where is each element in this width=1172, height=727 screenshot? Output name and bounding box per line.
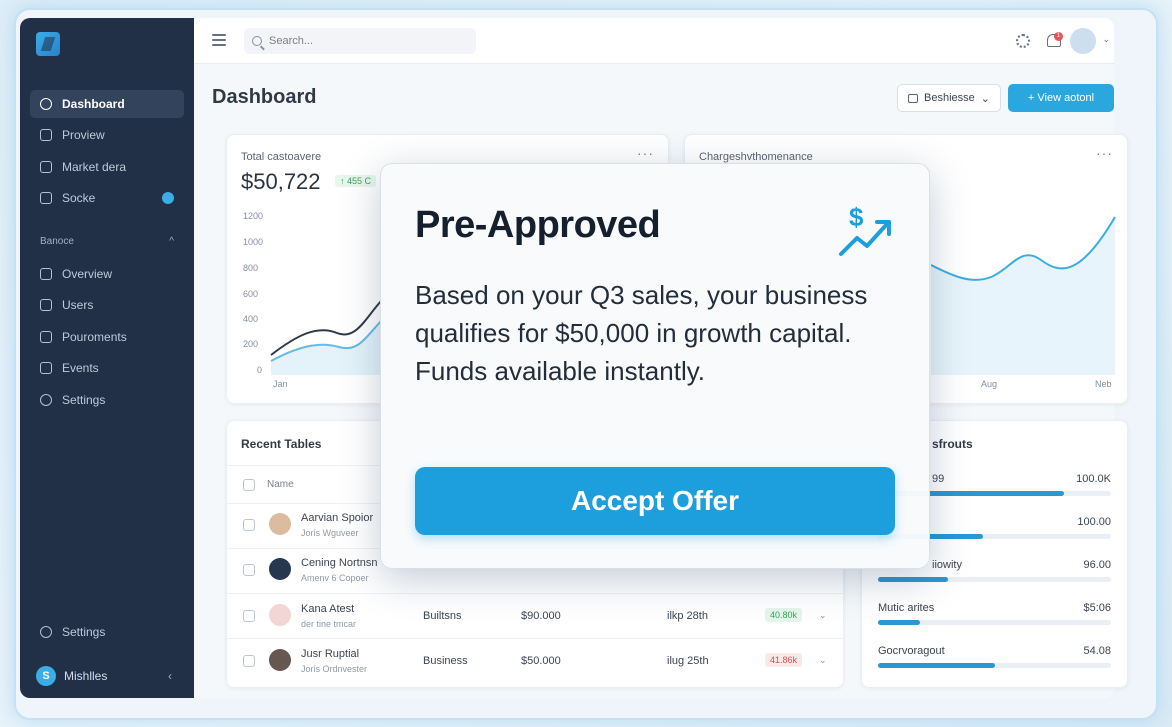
modal-title: Pre-Approved (415, 204, 661, 246)
modal-body: Based on your Q3 sales, your business qu… (415, 280, 868, 386)
accept-offer-button[interactable]: Accept Offer (415, 467, 895, 535)
pre-approved-modal: Pre-Approved $ Based on your Q3 sales, y… (380, 163, 930, 569)
dollar-growth-icon: $ (839, 202, 891, 256)
dollar-symbol: $ (849, 202, 864, 232)
